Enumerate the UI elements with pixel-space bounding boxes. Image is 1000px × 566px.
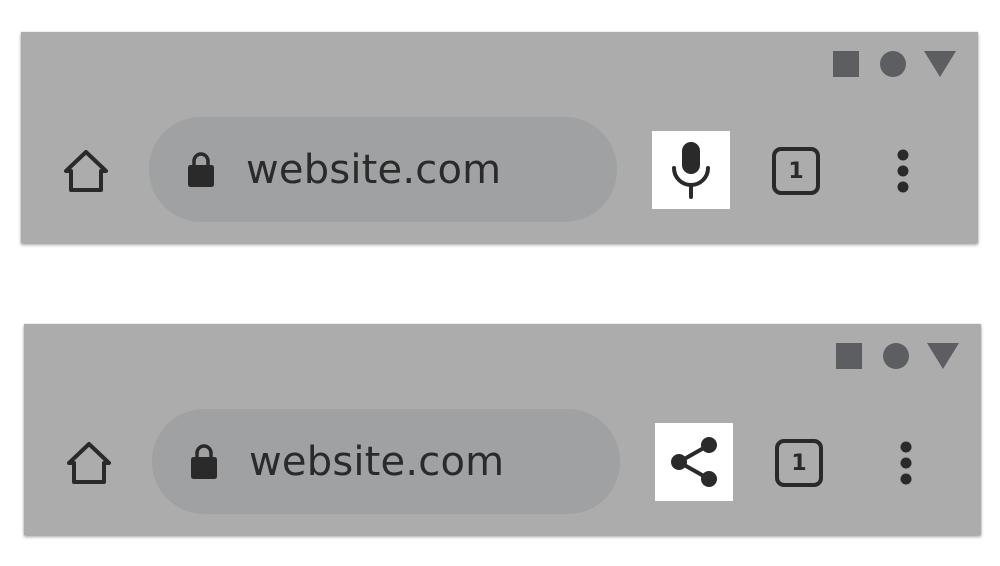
address-bar[interactable]: website.com [152, 409, 620, 514]
triangle-icon [924, 51, 956, 77]
address-bar[interactable]: website.com [149, 117, 617, 222]
home-button[interactable] [62, 436, 116, 490]
square-icon [836, 343, 862, 369]
tab-switcher-button[interactable]: 1 [774, 438, 824, 488]
home-icon [64, 150, 108, 192]
tab-switcher-button[interactable]: 1 [771, 146, 821, 196]
browser-toolbar-share-variant: website.com 1 [24, 324, 981, 535]
browser-toolbar-microphone-variant: website.com 1 [21, 32, 978, 243]
share-button[interactable] [655, 423, 733, 501]
url-text: website.com [246, 146, 502, 193]
voice-search-button[interactable] [652, 131, 730, 209]
overflow-menu-button[interactable] [890, 436, 922, 490]
lock-icon [191, 444, 217, 479]
url-text: website.com [249, 438, 505, 485]
triangle-icon [927, 343, 959, 369]
square-icon [833, 51, 859, 77]
circle-icon [883, 343, 909, 369]
tab-count: 1 [791, 450, 807, 476]
lock-icon [188, 152, 214, 187]
more-vertical-icon [900, 441, 912, 485]
system-status-icons [836, 343, 959, 369]
share-icon [671, 437, 717, 487]
tab-count: 1 [788, 158, 804, 184]
circle-icon [880, 51, 906, 77]
microphone-icon [672, 142, 710, 199]
home-icon [67, 442, 111, 484]
overflow-menu-button[interactable] [887, 144, 919, 198]
system-status-icons [833, 51, 956, 77]
more-vertical-icon [897, 149, 909, 193]
home-button[interactable] [59, 144, 113, 198]
